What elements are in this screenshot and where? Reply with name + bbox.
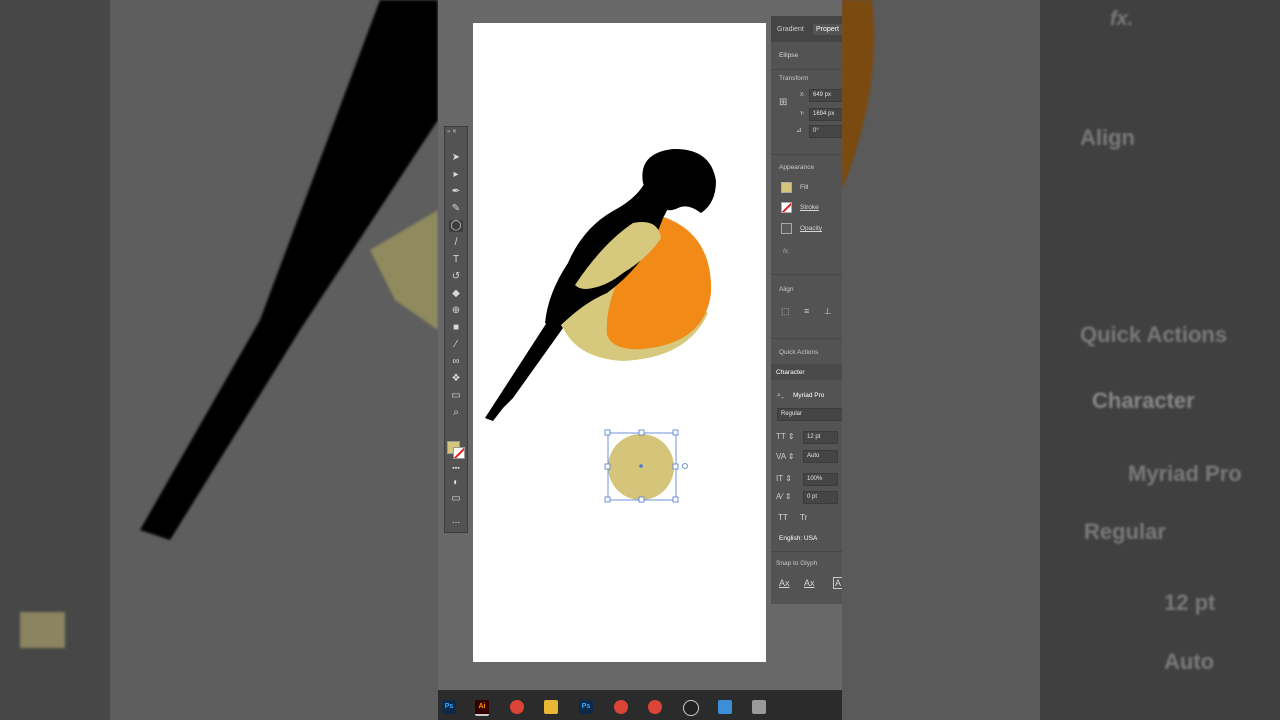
zoom-tool-icon[interactable]: ⌕ [449,407,463,419]
opacity-label[interactable]: Opacity [800,225,822,232]
settings-icon[interactable] [718,700,732,714]
file-explorer-icon[interactable] [544,700,558,714]
chrome-icon[interactable] [510,700,524,714]
align-heading: Align [779,286,794,293]
bird-tail [485,313,563,421]
artboard[interactable] [473,23,766,662]
rotate-tool-icon[interactable]: ↺ [449,271,463,283]
symbol-sprayer-tool-icon[interactable]: ❖ [449,373,463,385]
taskbar: Ps Ai Ps [438,690,842,720]
screen-mode-icon[interactable]: ▭ [449,493,463,505]
background-bird-zoom [20,0,438,648]
character-heading[interactable]: Character [776,369,805,376]
artwork [485,148,716,503]
font-family-field[interactable]: Myriad Pro [793,392,824,399]
artboard-tool-icon[interactable]: ▭ [449,390,463,402]
tracking-field[interactable]: 0 pt [803,491,838,504]
small-caps-button[interactable]: Tr [800,513,807,522]
bg-size: 12 pt [1164,590,1216,615]
fill-label: Fill [800,184,809,191]
stroke-color-swatch[interactable] [453,447,465,459]
blend-tool-icon[interactable]: ∞ [449,356,463,368]
align-buttons-icon[interactable]: ⬚ ≡ ⊥ [781,306,838,317]
color-mode-icon[interactable]: ▪▪▪ [449,463,463,475]
paintbrush-tool-icon[interactable]: / [449,237,463,249]
illustrator-icon[interactable]: Ai [475,700,489,716]
panel-tabs: Gradient Propert [771,16,842,42]
properties-panel: Gradient Propert Ellipse Transform ⊞ X: … [771,16,842,604]
pen-tool-icon[interactable]: ✒ [449,186,463,198]
language-dropdown[interactable]: English: USA [779,535,817,542]
background-zoom-left [0,0,438,720]
shape-builder-tool-icon[interactable]: ⊕ [449,305,463,317]
font-search-icon[interactable]: ⌕⌄ [777,392,784,400]
font-style-field[interactable]: Regular [777,408,842,421]
tracking-icon: A⁄ ⇕ [776,492,792,501]
scale-icon: IT ⇕ [776,474,792,483]
tab-gradient[interactable]: Gradient [777,26,804,33]
background-zoom-right: fx. Align Quick Actions Character Myriad… [842,0,1280,720]
obs-icon[interactable] [683,700,699,716]
eyedropper-tool-icon[interactable]: ⁄ [449,339,463,351]
snap-to-glyph-heading: Snap to Glyph [776,560,818,567]
effects-icon[interactable]: fx. [783,248,790,255]
stroke-swatch[interactable] [781,202,792,213]
leading-icon: VA ⇕ [776,452,795,461]
photoshop-icon-2[interactable]: Ps [579,700,593,714]
tools-panel: » ✕ ➤ ▸ ✒ ✎ ◯ / T ↺ ◆ ⊕ ■ ⁄ ∞ ❖ ▭ ⌕ ▪▪▪ … [444,126,468,533]
all-caps-button[interactable]: TT [778,513,788,522]
scale-field[interactable]: 100% [803,473,838,486]
transform-heading: Transform [779,75,809,82]
bg-fx: fx. [1110,8,1134,30]
x-position-field[interactable]: 649 px [809,89,842,102]
drawing-mode-icon[interactable]: ◐ [449,477,463,489]
curvature-tool-icon[interactable]: ✎ [449,203,463,215]
background-fill-swatch [20,612,65,648]
selection-tool-icon[interactable]: ➤ [449,152,463,164]
opacity-icon [781,223,792,234]
quick-actions-heading: Quick Actions [779,349,819,356]
direct-selection-tool-icon[interactable]: ▸ [449,169,463,181]
chrome-icon-2[interactable] [614,700,628,714]
more-tools-icon[interactable]: ... [449,515,463,527]
angle-icon: ⊿ [796,127,802,134]
collapse-icon[interactable]: » ✕ [447,128,457,135]
appearance-heading: Appearance [779,164,815,171]
chrome-icon-3[interactable] [648,700,662,714]
type-tool-icon[interactable]: T [449,254,463,266]
reference-point-icon[interactable]: ⊞ [779,97,791,109]
eraser-tool-icon[interactable]: ◆ [449,288,463,300]
fill-swatch[interactable] [781,182,792,193]
gradient-tool-icon[interactable]: ■ [449,322,463,334]
bg-style: Regular [1084,519,1166,544]
ellipse-tool-icon[interactable]: ◯ [449,220,463,232]
snap-glyph-button-3[interactable]: A [833,577,842,589]
snap-glyph-button-2[interactable]: Ax [804,578,815,588]
font-size-field[interactable]: 12 pt [803,431,838,444]
angle-field[interactable]: 0° [809,125,842,138]
object-type: Ellipse [779,52,799,59]
bg-quick-actions: Quick Actions [1080,322,1228,347]
bg-align: Align [1080,125,1135,150]
stroke-label[interactable]: Stroke [800,204,819,211]
bg-leading: Auto [1164,649,1215,674]
tab-properties[interactable]: Propert [813,24,842,35]
bg-character: Character [1092,388,1195,413]
photoshop-icon[interactable]: Ps [442,700,456,714]
snap-glyph-button-1[interactable]: Ax [779,578,790,588]
calculator-icon[interactable] [752,700,766,714]
leading-field[interactable]: Auto [803,450,838,463]
y-position-field[interactable]: 1694 px [809,108,842,121]
font-size-icon: TT ⇕ [776,432,795,441]
bg-font: Myriad Pro [1128,461,1242,486]
